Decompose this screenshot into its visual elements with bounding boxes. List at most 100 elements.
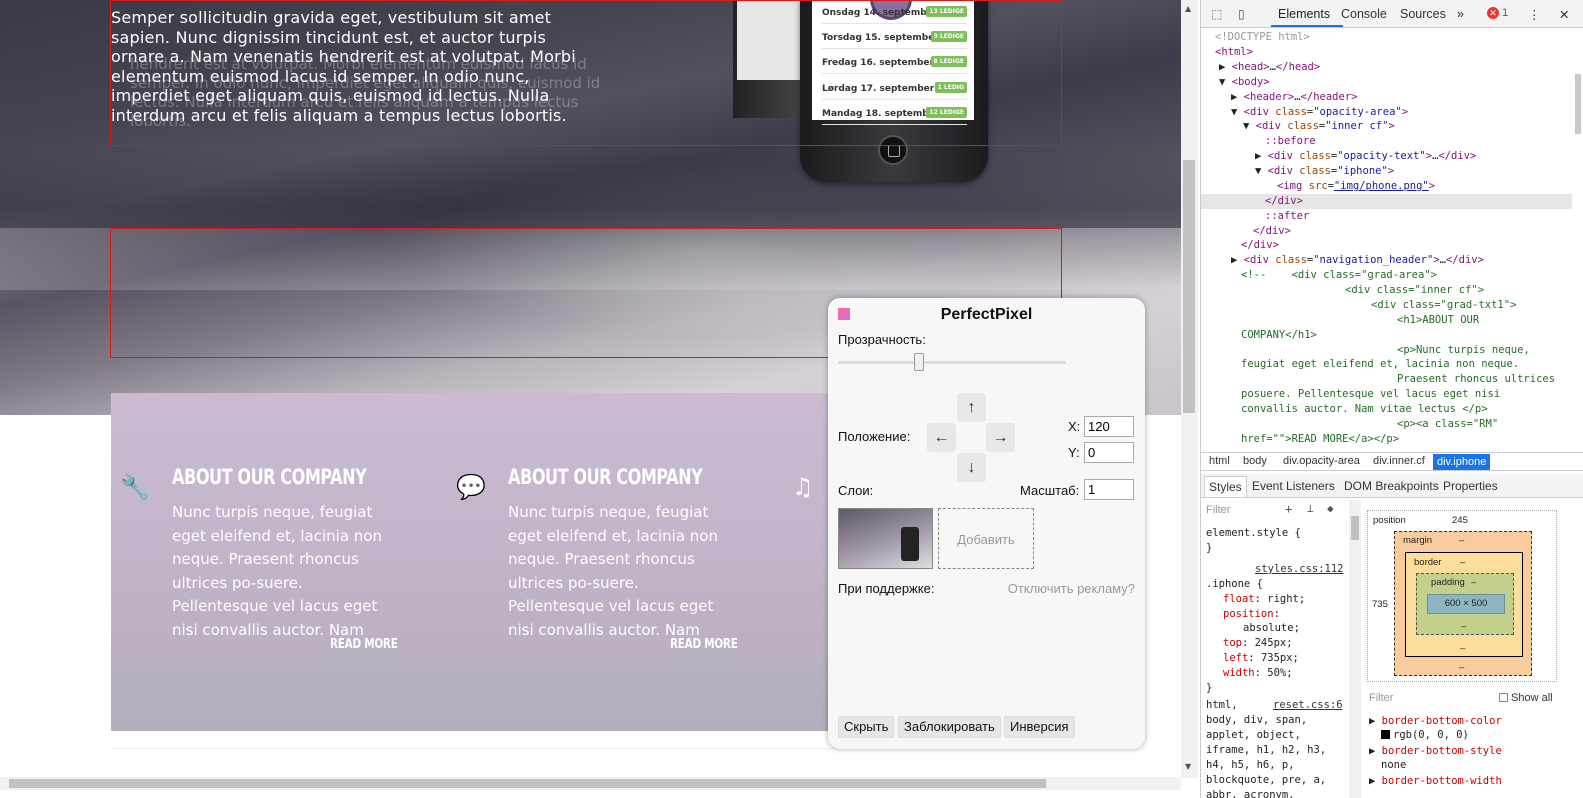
scale-input[interactable]: [1084, 479, 1134, 500]
breadcrumb-item[interactable]: div.opacity-area: [1283, 455, 1360, 467]
dom-line[interactable]: </div>: [1253, 224, 1291, 239]
css-rule-line[interactable]: element.style {: [1206, 526, 1301, 541]
y-position-input[interactable]: [1084, 442, 1134, 463]
devtools-menu-button[interactable]: ⋮: [1528, 7, 1541, 22]
dom-line[interactable]: COMPANY</h1>: [1241, 328, 1317, 343]
dom-line[interactable]: <div class="inner cf">: [1345, 283, 1484, 298]
dom-line[interactable]: </div>: [1265, 194, 1303, 209]
css-rule-line[interactable]: width: 50%;: [1223, 666, 1293, 681]
dom-line[interactable]: ▶ <header>…</header>: [1231, 90, 1357, 105]
move-up-button[interactable]: ↑: [957, 393, 986, 422]
dom-line[interactable]: ▼ <body>: [1219, 75, 1270, 90]
breadcrumb-item[interactable]: body: [1243, 455, 1267, 467]
vertical-scrollbar[interactable]: ▲ ▼: [1181, 0, 1198, 778]
breadcrumb-item-active[interactable]: div.iphone: [1433, 454, 1491, 470]
dom-line[interactable]: ▶ <div class="opacity-text">…</div>: [1255, 149, 1476, 164]
dom-line[interactable]: ::before: [1265, 134, 1316, 149]
more-tabs-button[interactable]: »: [1457, 7, 1464, 21]
dom-line[interactable]: ::after: [1265, 209, 1309, 224]
lock-button[interactable]: Заблокировать: [898, 716, 1001, 738]
css-rule-line[interactable]: blockquote, pre, a,: [1206, 773, 1326, 788]
dom-line[interactable]: Praesent rhoncus ultrices: [1397, 372, 1555, 387]
dom-line[interactable]: ▶ <head>…</head>: [1219, 60, 1320, 75]
css-source-link[interactable]: reset.css:6: [1273, 698, 1343, 713]
dom-line[interactable]: ▼ <div class="iphone">: [1255, 164, 1394, 179]
scrollbar-thumb[interactable]: [9, 779, 1046, 788]
scrollbar-thumb[interactable]: [1183, 160, 1195, 413]
error-counter[interactable]: ✕ 1: [1487, 7, 1508, 19]
dom-line[interactable]: convallis auctor. Nam vitae lectus </p>: [1241, 402, 1488, 417]
css-rule-line[interactable]: float: right;: [1223, 592, 1305, 607]
css-rule-line[interactable]: .iphone {: [1206, 577, 1263, 592]
feature-block: 💬 ABOUT OUR COMPANY Nunc turpis neque, f…: [456, 465, 748, 652]
dom-line[interactable]: href="">READ MORE</a></p>: [1241, 432, 1399, 447]
devtools-close-button[interactable]: ✕: [1559, 7, 1569, 22]
css-rule-line[interactable]: h4, h5, h6, p,: [1206, 758, 1295, 773]
device-toolbar-icon[interactable]: ▯: [1238, 7, 1252, 21]
css-rule-line[interactable]: left: 735px;: [1223, 651, 1299, 666]
horizontal-scrollbar[interactable]: [0, 777, 1181, 790]
inspect-element-icon[interactable]: ⬚: [1211, 7, 1225, 21]
styles-filter-input[interactable]: Filter: [1206, 504, 1230, 516]
tab-dom-breakpoints[interactable]: DOM Breakpoints: [1344, 479, 1439, 493]
computed-prop[interactable]: ▶ border-bottom-color: [1369, 714, 1502, 729]
disable-ads-link[interactable]: Отключить рекламу?: [1008, 581, 1135, 596]
selected-dom-row[interactable]: [1201, 194, 1583, 209]
slider-handle[interactable]: [914, 353, 925, 371]
css-rule-line[interactable]: top: 245px;: [1223, 636, 1293, 651]
css-rule-line[interactable]: html,: [1206, 698, 1238, 713]
tab-elements[interactable]: Elements: [1278, 7, 1330, 21]
move-down-button[interactable]: ↓: [957, 453, 986, 482]
tab-styles[interactable]: Styles: [1204, 476, 1247, 497]
scroll-down-arrow-icon[interactable]: ▼: [1185, 762, 1191, 771]
add-rule-icon[interactable]: +: [1285, 502, 1292, 516]
dom-line[interactable]: <!DOCTYPE html>: [1215, 30, 1310, 45]
computed-prop[interactable]: ▶ border-bottom-width: [1369, 774, 1502, 789]
opacity-slider[interactable]: [838, 353, 1066, 371]
move-left-button[interactable]: ←: [927, 423, 956, 452]
computed-filter-input[interactable]: Filter: [1369, 692, 1393, 704]
tab-properties[interactable]: Properties: [1443, 479, 1498, 493]
dom-line[interactable]: posuere. Pellentesque vel lacus eget nis…: [1241, 387, 1500, 402]
add-layer-button[interactable]: Добавить: [938, 508, 1034, 569]
dom-line[interactable]: <!-- <div class="grad-area">: [1241, 268, 1437, 283]
dom-line[interactable]: <p><a class="RM": [1397, 417, 1498, 432]
layer-thumbnail[interactable]: [838, 508, 933, 569]
tab-event-listeners[interactable]: Event Listeners: [1252, 479, 1335, 493]
dom-line[interactable]: feugiat eget eleifend et, lacinia non ne…: [1241, 357, 1519, 372]
hide-button[interactable]: Скрыть: [838, 716, 895, 738]
dom-line[interactable]: <h1>ABOUT OUR: [1397, 313, 1479, 328]
scroll-up-arrow-icon[interactable]: ▲: [1185, 4, 1191, 13]
dom-line[interactable]: <html>: [1215, 45, 1253, 60]
css-rule-line[interactable]: body, div, span,: [1206, 713, 1307, 728]
css-rule-line[interactable]: iframe, h1, h2, h3,: [1206, 743, 1326, 758]
invert-button[interactable]: Инверсия: [1004, 716, 1075, 738]
css-rule-line[interactable]: absolute;: [1243, 621, 1300, 636]
dom-line[interactable]: <img src="img/phone.png">: [1277, 179, 1435, 194]
read-more-link[interactable]: READ MORE: [330, 637, 398, 652]
dom-scrollbar[interactable]: [1572, 60, 1583, 478]
dom-line[interactable]: ▶ <div class="navigation_header">…</div>: [1231, 253, 1484, 268]
css-rule-line[interactable]: abbr, acronym,: [1206, 788, 1295, 798]
read-more-link[interactable]: READ MORE: [670, 637, 738, 652]
box-content: 600 × 500: [1427, 594, 1505, 614]
move-right-button[interactable]: →: [986, 423, 1015, 452]
pin-icon[interactable]: ⊥: [1307, 502, 1314, 515]
toggle-state-icon[interactable]: ◆: [1327, 502, 1334, 515]
css-rule-line[interactable]: position:: [1223, 607, 1280, 622]
breadcrumb-item[interactable]: html: [1209, 455, 1230, 467]
x-position-input[interactable]: [1084, 416, 1134, 437]
dom-line[interactable]: <p>Nunc turpis neque,: [1397, 343, 1530, 358]
tab-sources[interactable]: Sources: [1400, 7, 1446, 21]
breadcrumb-item[interactable]: div.inner.cf: [1373, 455, 1425, 467]
computed-prop[interactable]: ▶ border-bottom-style: [1369, 744, 1502, 759]
show-all-checkbox[interactable]: Show all: [1499, 692, 1553, 704]
dom-line[interactable]: </div>: [1241, 238, 1279, 253]
css-source-link[interactable]: styles.css:112: [1255, 562, 1344, 577]
styles-scrollbar[interactable]: [1349, 500, 1361, 798]
tab-console[interactable]: Console: [1341, 7, 1387, 21]
css-rule-line[interactable]: applet, object,: [1206, 728, 1301, 743]
dom-line[interactable]: ▼ <div class="opacity-area">: [1231, 105, 1408, 120]
dom-line[interactable]: <div class="grad-txt1">: [1371, 298, 1516, 313]
dom-line[interactable]: ▼ <div class="inner cf">: [1243, 119, 1395, 134]
